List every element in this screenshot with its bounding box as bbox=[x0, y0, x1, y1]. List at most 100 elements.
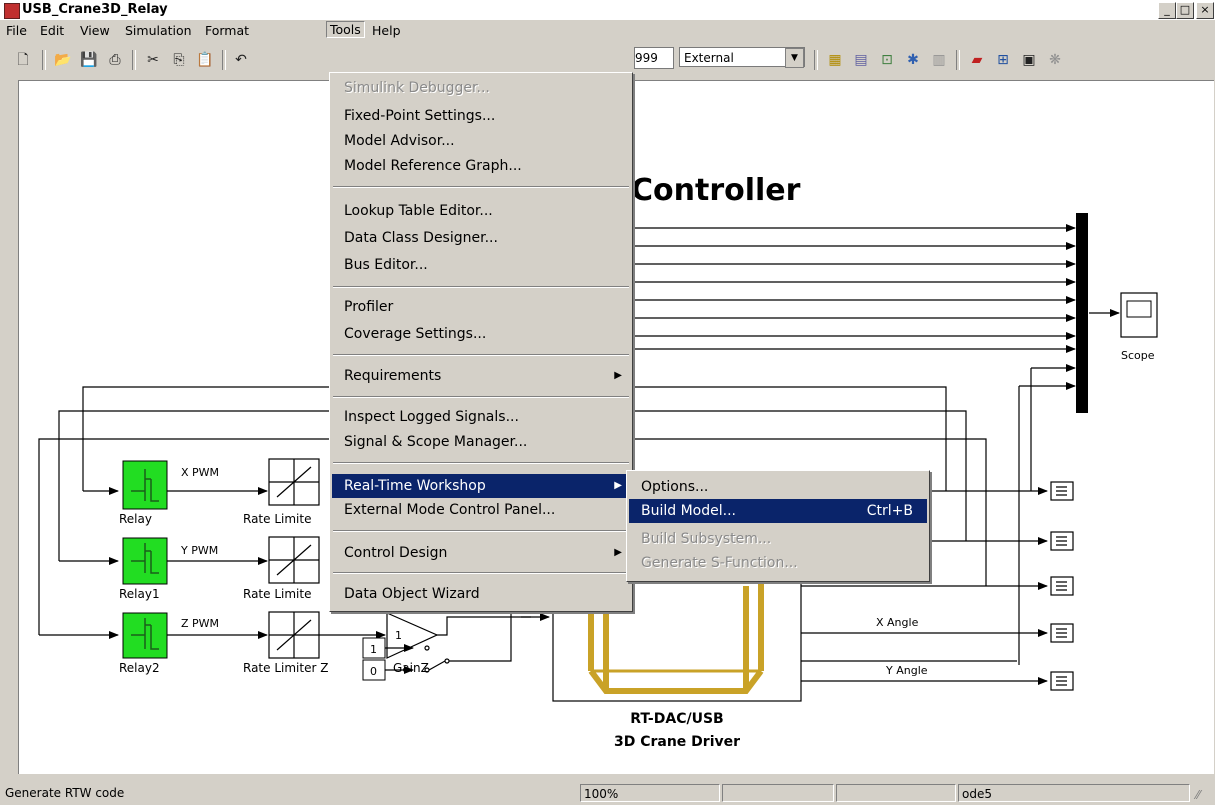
simulink-app-icon[interactable] bbox=[4, 3, 20, 19]
scope-block[interactable] bbox=[1120, 292, 1158, 338]
status-zoom: 100% bbox=[580, 784, 720, 802]
menu-item-profiler[interactable]: Profiler bbox=[332, 295, 630, 319]
relay-block-x[interactable] bbox=[122, 460, 168, 510]
menu-item-build-subsystem: Build Subsystem... bbox=[641, 531, 772, 547]
submenu-arrow-icon: ▶ bbox=[614, 547, 622, 558]
menu-item-signal-scope-manager[interactable]: Signal & Scope Manager... bbox=[332, 430, 630, 454]
model-explorer-icon[interactable]: ⊡ bbox=[878, 51, 896, 69]
terminator-1[interactable] bbox=[1050, 481, 1074, 501]
settings-gear-icon[interactable]: ❋ bbox=[1046, 51, 1064, 69]
menu-bar: File Edit View Simulation Format Tools H… bbox=[0, 20, 1215, 42]
submenu-arrow-icon: ▶ bbox=[614, 480, 622, 491]
save-icon[interactable]: 💾 bbox=[80, 51, 98, 69]
constant-value-1: 1 bbox=[370, 643, 377, 656]
library-icon[interactable]: ▰ bbox=[968, 51, 986, 69]
zoom-icon[interactable]: ⊞ bbox=[994, 51, 1012, 69]
menu-help[interactable]: Help bbox=[372, 23, 401, 38]
paste-icon[interactable]: 📋 bbox=[196, 51, 214, 69]
menu-item-external-mode-control-panel[interactable]: External Mode Control Panel... bbox=[332, 498, 630, 522]
menu-item-requirements[interactable]: Requirements ▶ bbox=[332, 364, 630, 388]
status-message: Generate RTW code bbox=[5, 786, 125, 800]
relay-label-z: Relay2 bbox=[119, 661, 160, 675]
pwm-label-x: X PWM bbox=[181, 466, 219, 479]
menu-item-model-advisor[interactable]: Model Advisor... bbox=[332, 129, 630, 153]
terminator-4[interactable] bbox=[1050, 623, 1074, 643]
cut-icon[interactable]: ✂ bbox=[144, 51, 162, 69]
diagram-heading: Controller bbox=[631, 173, 801, 208]
terminator-3[interactable] bbox=[1050, 576, 1074, 596]
tools-menu: Simulink Debugger... Fixed-Point Setting… bbox=[329, 72, 633, 612]
menu-item-lookup-table-editor[interactable]: Lookup Table Editor... bbox=[332, 199, 630, 223]
menu-item-coverage-settings[interactable]: Coverage Settings... bbox=[332, 322, 630, 346]
window-title: USB_Crane3D_Relay bbox=[22, 2, 168, 17]
rate-limiter-x[interactable] bbox=[268, 458, 320, 506]
print-icon[interactable]: ⎙ bbox=[106, 51, 124, 69]
menu-item-data-object-wizard[interactable]: Data Object Wizard bbox=[332, 582, 630, 606]
angle-label-y: Y Angle bbox=[885, 664, 928, 677]
rate-limiter-z[interactable] bbox=[268, 611, 320, 659]
open-folder-icon[interactable]: 📂 bbox=[54, 51, 72, 69]
copy-icon[interactable]: ⎘ bbox=[170, 51, 188, 69]
scope-label: Scope bbox=[1121, 349, 1155, 362]
mux-block[interactable] bbox=[1076, 213, 1088, 413]
relay-label-x: Relay bbox=[119, 512, 152, 526]
build-icon[interactable]: ▦ bbox=[826, 51, 844, 69]
rate-limiter-y[interactable] bbox=[268, 536, 320, 584]
stop-time-input[interactable]: 999 bbox=[634, 47, 674, 69]
menu-item-simulink-debugger: Simulink Debugger... bbox=[344, 80, 490, 96]
menu-item-build-model-label: Build Model... bbox=[641, 503, 736, 519]
new-model-icon[interactable]: 🗋 bbox=[14, 51, 32, 69]
driver-label-1: RT-DAC/USB bbox=[630, 711, 723, 727]
angle-label-x: X Angle bbox=[876, 616, 919, 629]
pwm-label-y: Y PWM bbox=[180, 544, 218, 557]
minimize-button[interactable]: _ bbox=[1158, 2, 1176, 19]
menu-item-inspect-logged-signals[interactable]: Inspect Logged Signals... bbox=[332, 405, 630, 429]
constant-value-0: 0 bbox=[370, 665, 377, 678]
menu-item-model-reference-graph[interactable]: Model Reference Graph... bbox=[332, 154, 630, 178]
rate-limiter-label-y: Rate Limite bbox=[243, 587, 311, 601]
menu-item-requirements-label: Requirements bbox=[344, 368, 442, 384]
terminator-2[interactable] bbox=[1050, 531, 1074, 551]
relay-block-y[interactable] bbox=[122, 537, 168, 585]
gain-value: 1 bbox=[395, 629, 402, 642]
menu-separator bbox=[333, 286, 629, 288]
rate-limiter-label-z: Rate Limiter Z bbox=[243, 661, 328, 675]
menu-item-control-design-label: Control Design bbox=[344, 545, 448, 561]
relay-block-z[interactable] bbox=[122, 612, 168, 659]
menu-item-real-time-workshop-label: Real-Time Workshop bbox=[344, 478, 486, 494]
menu-item-build-model[interactable]: Build Model... Ctrl+B bbox=[629, 499, 927, 523]
menu-simulation[interactable]: Simulation bbox=[125, 23, 192, 38]
connect-target-icon[interactable]: ▥ bbox=[930, 51, 948, 69]
simulation-mode-select[interactable]: External ▼ bbox=[679, 47, 805, 68]
menu-item-fixed-point-settings[interactable]: Fixed-Point Settings... bbox=[332, 104, 630, 128]
build-model-shortcut: Ctrl+B bbox=[866, 503, 913, 519]
menu-separator bbox=[333, 396, 629, 398]
status-solver: ode5 bbox=[958, 784, 1190, 802]
menu-edit[interactable]: Edit bbox=[40, 23, 64, 38]
title-bar: USB_Crane3D_Relay _ □ × bbox=[0, 0, 1215, 20]
gain-label: GainZ bbox=[393, 661, 429, 675]
explorer-icon[interactable]: ▣ bbox=[1020, 51, 1038, 69]
debug-icon[interactable]: ✱ bbox=[904, 51, 922, 69]
menu-item-options[interactable]: Options... bbox=[629, 475, 927, 499]
library-browser-icon[interactable]: ▤ bbox=[852, 51, 870, 69]
menu-item-real-time-workshop[interactable]: Real-Time Workshop ▶ bbox=[332, 474, 630, 498]
terminator-5[interactable] bbox=[1050, 671, 1074, 691]
menu-format[interactable]: Format bbox=[205, 23, 249, 38]
close-button[interactable]: × bbox=[1196, 2, 1214, 19]
submenu-arrow-icon: ▶ bbox=[614, 370, 622, 381]
chevron-down-icon[interactable]: ▼ bbox=[785, 48, 804, 68]
menu-item-control-design[interactable]: Control Design ▶ bbox=[332, 541, 630, 565]
menu-separator bbox=[333, 530, 629, 532]
undo-icon[interactable]: ↶ bbox=[232, 51, 250, 69]
menu-file[interactable]: File bbox=[6, 23, 27, 38]
maximize-button[interactable]: □ bbox=[1176, 2, 1194, 19]
status-empty-2 bbox=[836, 784, 956, 802]
menu-item-data-class-designer[interactable]: Data Class Designer... bbox=[332, 226, 630, 250]
menu-separator bbox=[333, 462, 629, 464]
menu-view[interactable]: View bbox=[80, 23, 110, 38]
driver-label-2: 3D Crane Driver bbox=[614, 734, 740, 750]
menu-item-bus-editor[interactable]: Bus Editor... bbox=[332, 253, 630, 277]
menu-tools[interactable]: Tools bbox=[326, 21, 365, 38]
resize-grip-icon[interactable]: ⁄⁄ bbox=[1196, 788, 1200, 802]
